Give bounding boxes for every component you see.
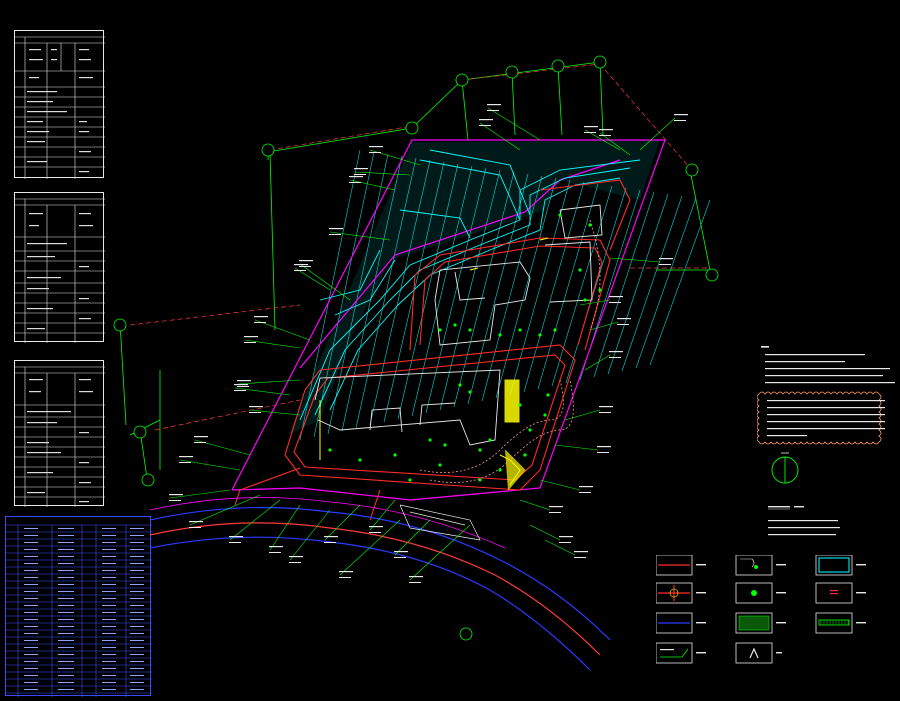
red-line-symbol [655,554,706,576]
green-hatch-symbol [735,612,786,634]
cyan-rect-symbol [815,554,866,576]
road-cross-symbol [655,582,706,604]
green-arrow-symbol [655,642,706,664]
caret-symbol [735,642,782,664]
red-mark-symbol [815,582,866,604]
scale-notes [768,506,840,536]
legend-symbols [655,554,866,664]
shrub-symbol [735,582,786,604]
notes-lines [757,346,895,445]
legend [655,554,896,695]
landscape-path [419,219,601,483]
north-arrow-icon [771,452,799,484]
blue-line-symbol [655,612,706,634]
planting-area [288,140,711,441]
tree-symbol [735,554,786,576]
main-road [149,497,611,671]
yellow-features [319,237,549,491]
fence-symbol [815,612,866,634]
